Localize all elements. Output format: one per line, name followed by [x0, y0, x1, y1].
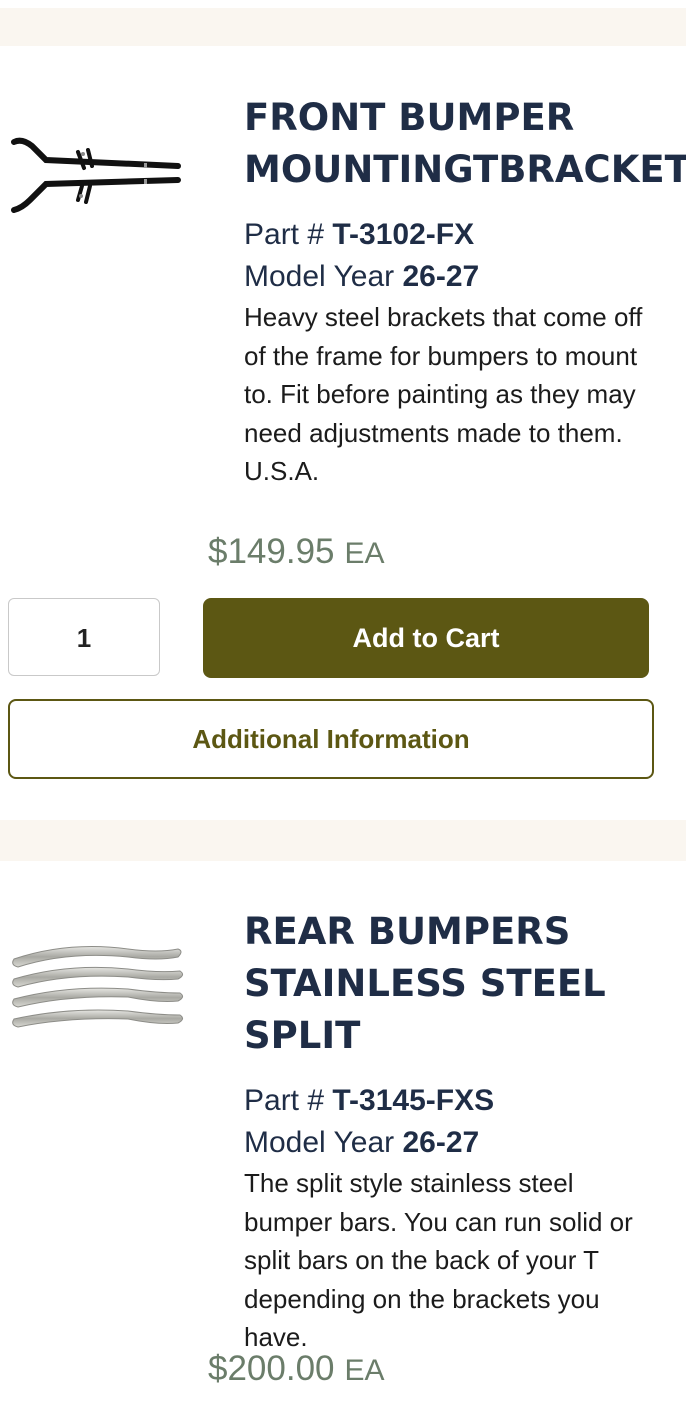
product-card: REAR BUMPERS STAINLESS STEEL SPLIT Part … — [0, 861, 686, 1421]
part-number: T-3102-FX — [332, 218, 475, 251]
product-image[interactable] — [8, 130, 184, 226]
part-label: Part # — [244, 1084, 325, 1117]
price: $200.00 EA — [208, 1349, 385, 1389]
part-number-row: Part # T-3145-FXS — [244, 1080, 684, 1122]
price-value: $200.00 — [208, 1349, 335, 1388]
product-card: FRONT BUMPER MOUNTINGTBRACKET Part # T-3… — [0, 46, 686, 820]
model-year-label: Model Year — [244, 1126, 395, 1159]
title-line: SPLIT — [244, 1014, 361, 1057]
price-unit: EA — [344, 537, 385, 570]
product-info: REAR BUMPERS STAINLESS STEEL SPLIT Part … — [244, 906, 684, 1357]
price-value: $149.95 — [208, 532, 335, 571]
product-description: Heavy steel brackets that come off of th… — [244, 302, 643, 486]
title-line: MOUNTINGTBRACKET — [244, 148, 686, 191]
model-year: 26-27 — [402, 1126, 480, 1159]
title-line: FRONT BUMPER — [244, 96, 575, 139]
part-label: Part # — [244, 218, 325, 251]
part-number-row: Part # T-3102-FX — [244, 214, 684, 256]
price-unit: EA — [344, 1354, 385, 1387]
bumper-bracket-image — [11, 137, 181, 213]
product-title[interactable]: REAR BUMPERS STAINLESS STEEL SPLIT — [244, 906, 684, 1062]
add-to-cart-button[interactable]: Add to Cart — [203, 598, 649, 678]
model-year-label: Model Year — [244, 260, 395, 293]
stainless-bumper-bars-image — [12, 946, 184, 1028]
product-info: FRONT BUMPER MOUNTINGTBRACKET Part # T-3… — [244, 92, 686, 491]
model-year-row: Model Year 26-27 — [244, 256, 684, 298]
title-line: REAR BUMPERS — [244, 910, 571, 953]
price: $149.95 EA — [208, 532, 385, 572]
quantity-input[interactable]: 1 — [8, 598, 160, 676]
model-year-row: Model Year 26-27 — [244, 1122, 684, 1164]
model-year: 26-27 — [402, 260, 480, 293]
product-description: The split style stainless steel bumper b… — [244, 1168, 633, 1352]
title-line: STAINLESS STEEL — [244, 962, 606, 1005]
top-divider — [0, 0, 686, 8]
product-image[interactable] — [8, 937, 184, 1033]
additional-information-button[interactable]: Additional Information — [8, 699, 654, 779]
part-number: T-3145-FXS — [332, 1084, 495, 1117]
product-title[interactable]: FRONT BUMPER MOUNTINGTBRACKET — [244, 92, 686, 196]
